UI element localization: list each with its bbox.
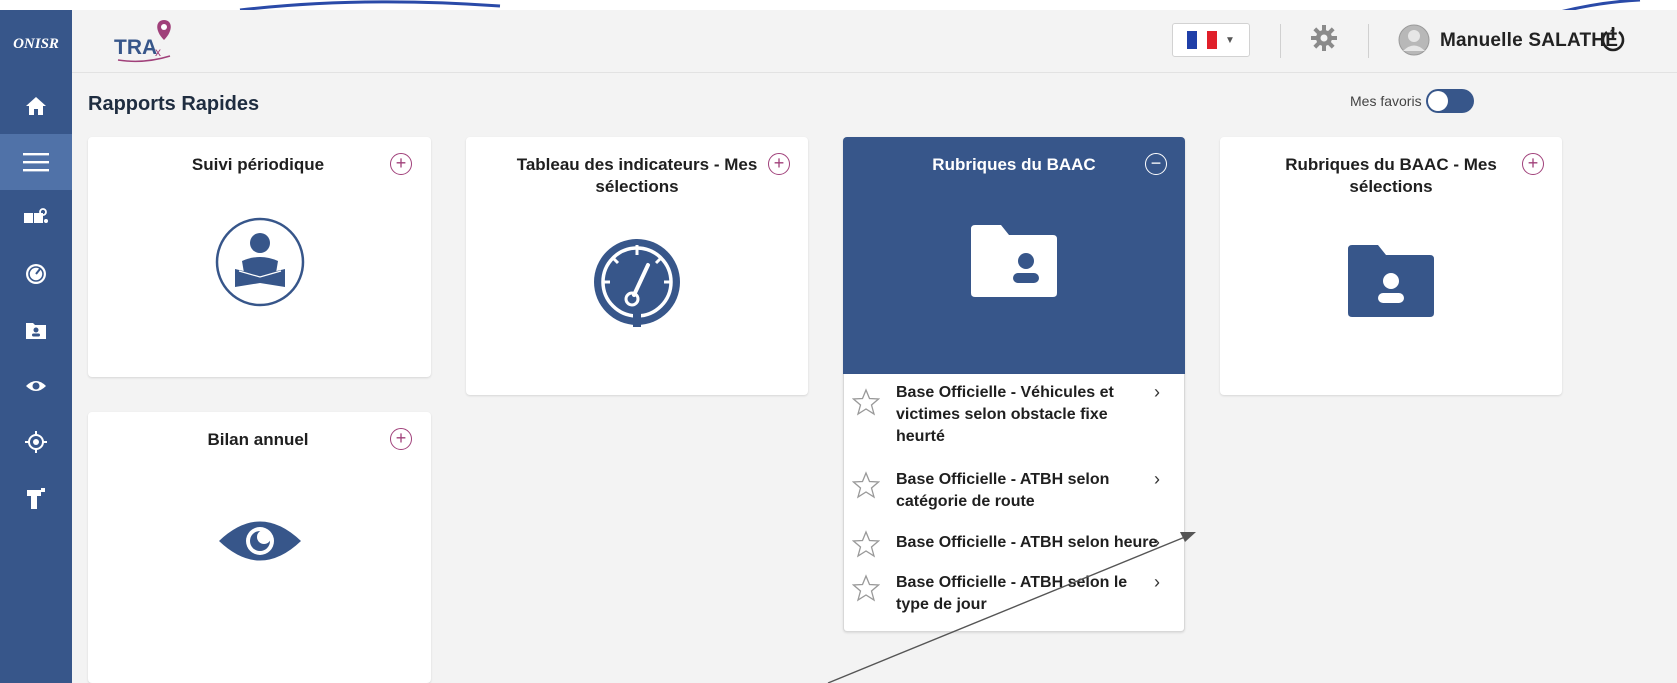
chevron-right-icon[interactable]: ›	[1154, 532, 1160, 553]
list-item-label: Base Officielle - Véhicules et victimes …	[896, 384, 1114, 445]
power-icon[interactable]	[1598, 24, 1628, 54]
trax-logo[interactable]: TRA x	[114, 18, 186, 64]
card-title: Tableau des indicateurs - Mes sélections	[516, 155, 758, 196]
add-button[interactable]: +	[768, 153, 790, 175]
folder-user-icon	[1348, 245, 1434, 317]
eye-icon	[219, 521, 301, 561]
menu-icon	[23, 153, 49, 172]
favorites-toggle[interactable]	[1425, 89, 1474, 113]
list-item[interactable]: Base Officielle - ATBH selon le type de …	[844, 572, 1184, 618]
main-content: Rapports Rapides Mes favoris Suivi pério…	[72, 73, 1677, 683]
chevron-right-icon[interactable]: ›	[1154, 382, 1160, 403]
star-outline-icon[interactable]	[852, 388, 880, 416]
sidebar-item-pin[interactable]	[0, 470, 72, 526]
folder-user-icon	[971, 225, 1057, 297]
home-icon	[26, 97, 46, 115]
add-button[interactable]: +	[390, 153, 412, 175]
svg-text:TRA: TRA	[114, 36, 157, 59]
favorites-label: Mes favoris	[1350, 93, 1422, 109]
card-suivi-periodique[interactable]: Suivi périodique +	[88, 137, 431, 377]
sidebar-item-gauge[interactable]	[0, 246, 72, 302]
card-title: Rubriques du BAAC - Mes sélections	[1285, 155, 1497, 196]
svg-text:x: x	[155, 45, 161, 59]
sidebar-item-puzzle[interactable]	[0, 190, 72, 246]
sidebar-item-target[interactable]	[0, 414, 72, 470]
add-button[interactable]: +	[390, 428, 412, 450]
sidebar: ONISR	[0, 10, 72, 683]
card-bilan-annuel[interactable]: Bilan annuel +	[88, 412, 431, 683]
list-item[interactable]: Base Officielle - ATBH selon heure ›	[844, 530, 1184, 558]
card-tableau-indicateurs[interactable]: Tableau des indicateurs - Mes sélections…	[466, 137, 808, 395]
eye-icon	[26, 381, 46, 391]
rubriques-list: Base Officielle - Véhicules et victimes …	[843, 374, 1185, 632]
target-icon	[25, 431, 47, 453]
gauge-icon	[594, 239, 680, 327]
pin-icon	[27, 488, 45, 509]
reading-person-icon	[215, 217, 305, 307]
top-header: TRA x ▼ Manuelle SALATHÉ	[72, 10, 1677, 73]
chevron-right-icon[interactable]: ›	[1154, 572, 1160, 593]
caret-down-icon: ▼	[1225, 34, 1235, 46]
card-title: Bilan annuel	[207, 430, 309, 449]
card-rubriques-mes-selections[interactable]: Rubriques du BAAC - Mes sélections +	[1220, 137, 1562, 395]
sidebar-item-folder[interactable]	[0, 302, 72, 358]
page-title: Rapports Rapides	[88, 93, 260, 115]
list-item-label: Base Officielle - ATBH selon le type de …	[896, 574, 1128, 613]
collapse-button[interactable]: −	[1145, 153, 1167, 175]
card-title: Rubriques du BAAC	[932, 155, 1096, 174]
card-rubriques-baac[interactable]: Rubriques du BAAC −	[843, 137, 1185, 374]
gauge-icon	[26, 264, 46, 284]
toggle-knob	[1427, 91, 1448, 111]
header-divider	[1368, 24, 1369, 58]
header-divider	[1280, 24, 1281, 58]
star-outline-icon[interactable]	[852, 574, 880, 602]
sidebar-logo[interactable]: ONISR	[0, 24, 72, 64]
language-selector[interactable]: ▼	[1172, 23, 1250, 57]
card-title: Suivi périodique	[191, 155, 325, 174]
french-flag-icon	[1187, 31, 1218, 49]
star-outline-icon[interactable]	[852, 471, 880, 499]
sidebar-item-menu[interactable]	[0, 134, 72, 190]
add-button[interactable]: +	[1522, 153, 1544, 175]
user-name[interactable]: Manuelle SALATHÉ	[1440, 30, 1618, 52]
gear-icon[interactable]	[1310, 24, 1338, 52]
folder-user-icon	[26, 323, 46, 339]
favorites-toggle-group: Mes favoris	[1350, 89, 1474, 113]
chevron-right-icon[interactable]: ›	[1154, 469, 1160, 490]
list-item-label: Base Officielle - ATBH selon catégorie d…	[896, 471, 1110, 510]
list-item[interactable]: Base Officielle - Véhicules et victimes …	[844, 382, 1184, 452]
sidebar-item-eye[interactable]	[0, 358, 72, 414]
sidebar-item-home[interactable]	[0, 78, 72, 134]
list-item[interactable]: Base Officielle - ATBH selon catégorie d…	[844, 469, 1184, 515]
list-item-label: Base Officielle - ATBH selon heure	[896, 534, 1158, 551]
puzzle-icon	[24, 208, 48, 223]
avatar[interactable]	[1398, 24, 1430, 56]
star-outline-icon[interactable]	[852, 530, 880, 558]
